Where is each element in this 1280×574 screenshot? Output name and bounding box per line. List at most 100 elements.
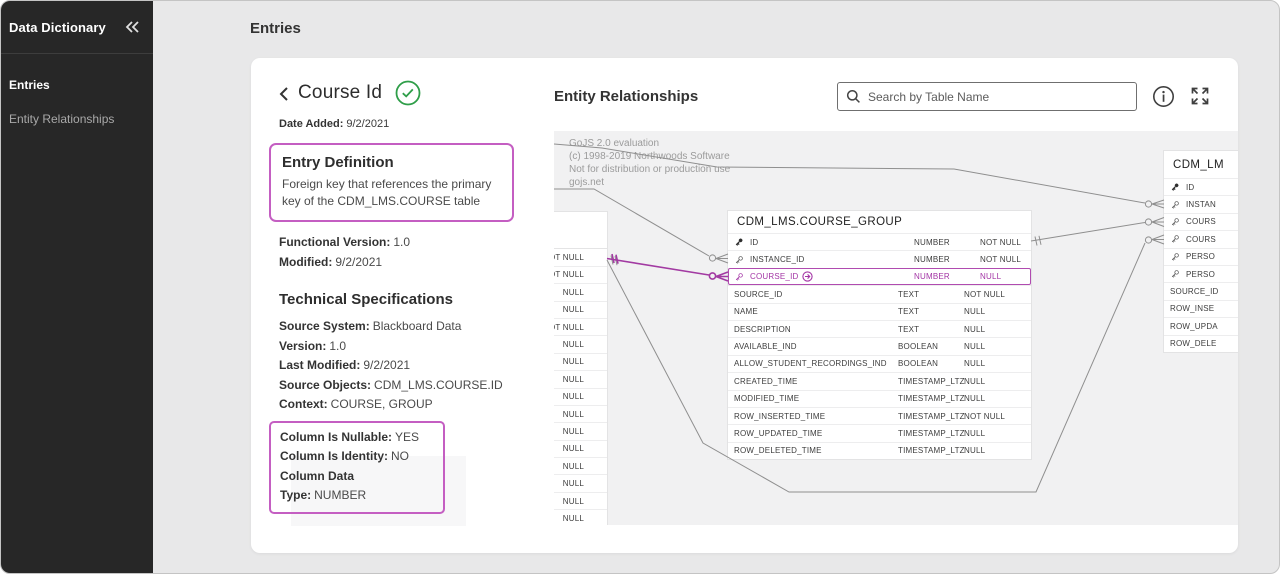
table-row[interactable]: INSTANCE_ID NUMBER NOT NULL	[728, 250, 1031, 267]
table-row[interactable]: ID	[1164, 178, 1238, 195]
goto-arrow-icon[interactable]	[802, 271, 813, 282]
table-row[interactable]: NULL	[554, 406, 607, 423]
column-name: DESCRIPTION	[734, 325, 791, 334]
table-row[interactable]: NULL	[554, 302, 607, 319]
watermark-line: GoJS 2.0 evaluation	[569, 137, 730, 150]
column-nullable: NULL	[980, 272, 1001, 281]
field-value: NO	[391, 449, 409, 463]
field-value: YES	[395, 430, 419, 444]
column-name: ID	[750, 238, 758, 247]
column-name: COURS	[1186, 235, 1216, 244]
sidebar-item[interactable]: Entries	[1, 68, 153, 102]
back-button[interactable]	[279, 84, 289, 102]
table-row[interactable]: COURS	[1164, 213, 1238, 230]
column-nullable: NULL	[964, 377, 985, 386]
table-row[interactable]: NAME TEXT NULL	[728, 303, 1031, 320]
table-row[interactable]: INSTAN	[1164, 195, 1238, 212]
column-nullable: NULL	[563, 375, 584, 384]
watermark-line: gojs.net	[569, 176, 730, 189]
field-value: CDM_LMS.COURSE.ID	[374, 378, 503, 392]
field-label: Last Modified:	[279, 358, 360, 372]
column-type: NUMBER	[914, 238, 980, 247]
column-nullable: NOT NULL	[554, 270, 584, 279]
table-row[interactable]: PERSO	[1164, 265, 1238, 282]
search-input[interactable]	[868, 90, 1128, 104]
key-icon	[734, 255, 746, 265]
table-row[interactable]: ROW_DELE	[1164, 335, 1238, 352]
expand-fullscreen-icon[interactable]	[1189, 85, 1211, 107]
table-row[interactable]: NULL	[554, 493, 607, 510]
entry-title: Course Id	[298, 82, 382, 104]
app-window: Data Dictionary EntriesEntity Relationsh…	[0, 0, 1280, 574]
table-row[interactable]: DESCRIPTION TEXT NULL	[728, 320, 1031, 337]
table-row[interactable]: PERSO	[1164, 248, 1238, 265]
column-name: SOURCE_ID	[1170, 287, 1218, 296]
table-row[interactable]: NULL	[554, 354, 607, 371]
table-row[interactable]: NOT NULL	[554, 249, 607, 266]
table-row[interactable]: CREATED_TIME TIMESTAMP_LTZ NULL	[728, 372, 1031, 389]
table-row[interactable]: SOURCE_ID	[1164, 282, 1238, 299]
table-row[interactable]: NOT NULL	[554, 267, 607, 284]
table-row[interactable]: ROW_INSE	[1164, 300, 1238, 317]
sidebar-item[interactable]: Entity Relationships	[1, 102, 153, 136]
column-name: NAME	[734, 307, 758, 316]
check-circle-icon	[395, 80, 421, 106]
table-header-spacer	[554, 212, 607, 249]
info-icon[interactable]	[1152, 85, 1175, 108]
column-nullable: NOT NULL	[554, 253, 584, 262]
er-table-course-group[interactable]: CDM_LMS.COURSE_GROUP ID NUMBER NOT NULL	[728, 211, 1031, 459]
column-name: ID	[1186, 183, 1194, 192]
column-name: INSTANCE_ID	[750, 255, 805, 264]
table-row[interactable]: MODIFIED_TIME TIMESTAMP_LTZ NULL	[728, 390, 1031, 407]
table-row[interactable]: ID NUMBER NOT NULL	[728, 233, 1031, 250]
column-type: TIMESTAMP_LTZ	[898, 429, 964, 438]
er-section-title: Entity Relationships	[554, 88, 698, 105]
field-value: NUMBER	[314, 488, 366, 502]
column-name: AVAILABLE_IND	[734, 342, 797, 351]
table-title: CDM_LM	[1164, 151, 1238, 178]
tech-field: Version:1.0	[279, 337, 551, 357]
entry-field: Functional Version:1.0	[279, 233, 551, 253]
table-row[interactable]: NULL	[554, 284, 607, 301]
table-row[interactable]: AVAILABLE_IND BOOLEAN NULL	[728, 337, 1031, 354]
sidebar-nav: EntriesEntity Relationships	[1, 54, 153, 136]
field-value: Blackboard Data	[373, 319, 462, 333]
table-row[interactable]: NOT NULL	[554, 319, 607, 336]
field-label: Column Is Identity:	[280, 449, 388, 463]
table-row[interactable]: ROW_INSERTED_TIME TIMESTAMP_LTZ NOT NULL	[728, 407, 1031, 424]
column-type: TIMESTAMP_LTZ	[898, 412, 964, 421]
table-row[interactable]: NULL	[554, 423, 607, 440]
column-name: ROW_DELE	[1170, 339, 1217, 348]
table-row[interactable]: COURS	[1164, 230, 1238, 247]
table-row[interactable]: COURSE_ID NUMBER NULL	[728, 268, 1031, 285]
table-row[interactable]: NULL	[554, 371, 607, 388]
table-row[interactable]: NULL	[554, 389, 607, 406]
tech-specs-title: Technical Specifications	[279, 291, 551, 308]
table-row[interactable]: ROW_UPDA	[1164, 317, 1238, 334]
table-row[interactable]: NULL	[554, 336, 607, 353]
tech-field: Context:COURSE, GROUP	[279, 395, 551, 415]
column-nullable: NOT NULL	[980, 255, 1021, 264]
er-table-right-clipped[interactable]: CDM_LM ID INSTAN	[1164, 151, 1238, 352]
er-diagram-canvas[interactable]: GoJS 2.0 evaluation(c) 1998-2019 Northwo…	[554, 131, 1238, 525]
table-row[interactable]: ALLOW_STUDENT_RECORDINGS_IND BOOLEAN NUL…	[728, 355, 1031, 372]
er-table-left-clipped[interactable]: NOT NULLNOT NULLNULLNULLNOT NULLNULLNULL…	[554, 212, 607, 525]
column-nullable: NULL	[563, 410, 584, 419]
table-row[interactable]: ROW_UPDATED_TIME TIMESTAMP_LTZ NULL	[728, 424, 1031, 441]
page-title: Entries	[250, 20, 301, 37]
table-row[interactable]: SOURCE_ID TEXT NOT NULL	[728, 285, 1031, 302]
table-row[interactable]: NULL	[554, 510, 607, 525]
key-icon	[1170, 252, 1182, 262]
entry-detail-panel: Course Id Date Added:9/2/2021 Entry Defi…	[251, 58, 551, 514]
field-value: 1.0	[329, 339, 346, 353]
column-type: TEXT	[898, 290, 964, 299]
table-row[interactable]: ROW_DELETED_TIME TIMESTAMP_LTZ NULL	[728, 442, 1031, 459]
double-chevron-left-icon[interactable]	[125, 20, 141, 34]
column-name: ROW_INSE	[1170, 304, 1214, 313]
field-label: Functional Version:	[279, 235, 390, 249]
table-row[interactable]: NULL	[554, 475, 607, 492]
column-attr-field: Column Is Nullable:YES	[280, 428, 434, 448]
sidebar-title: Data Dictionary	[9, 20, 106, 35]
table-row[interactable]: NULL	[554, 441, 607, 458]
table-row[interactable]: NULL	[554, 458, 607, 475]
